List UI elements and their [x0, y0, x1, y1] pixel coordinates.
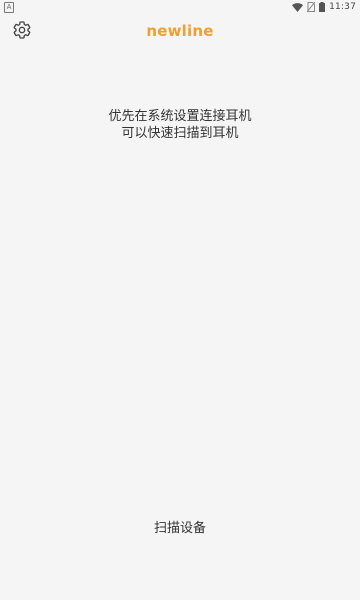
app-screen: A 11:37 newline 优先在系统设置连接耳机 可以快速扫描到耳机 扫描… [0, 0, 360, 600]
connection-hint: 优先在系统设置连接耳机 可以快速扫描到耳机 [0, 108, 360, 142]
top-app-bar: newline [0, 16, 360, 48]
sim-off-icon [307, 2, 316, 12]
clock-time: 11:37 [329, 2, 356, 12]
battery-icon [319, 2, 326, 12]
status-icons: 11:37 [292, 1, 356, 13]
status-bar: A 11:37 [0, 0, 360, 14]
scan-devices-button[interactable]: 扫描设备 [110, 514, 250, 540]
bottom-edge [0, 594, 360, 600]
hint-line-2: 可以快速扫描到耳机 [121, 126, 239, 141]
hint-line-1: 优先在系统设置连接耳机 [108, 109, 252, 124]
brand-logo: newline [146, 22, 214, 40]
wifi-icon [292, 2, 304, 12]
notification-indicator: A [4, 2, 14, 13]
